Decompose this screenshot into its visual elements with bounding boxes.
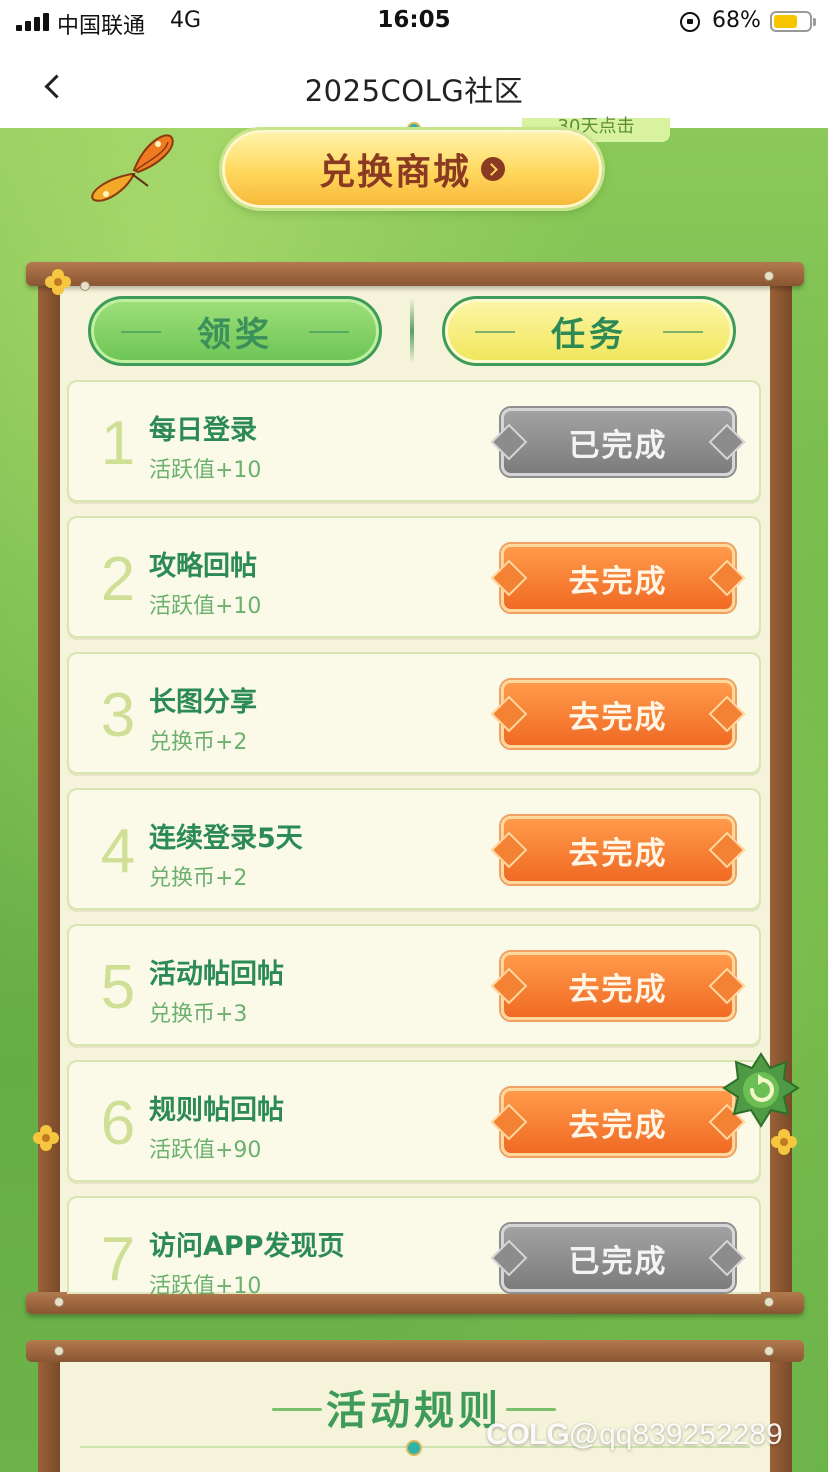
exchange-shop-button[interactable]: 兑换商城 [222, 130, 602, 208]
task-number: 4 [100, 817, 136, 886]
flower-icon [33, 1125, 59, 1151]
butterfly-icon [91, 134, 174, 202]
task-row: 6 规则帖回帖 活跃值+90 去完成 [67, 1060, 761, 1182]
nav-bar: 2025COLG社区 [0, 44, 828, 128]
task-reward: 活跃值+90 [149, 1138, 262, 1163]
task-go-button[interactable]: 去完成 [501, 952, 735, 1020]
flower-icon [45, 269, 71, 295]
watermark-brand: COLG [486, 1418, 570, 1451]
rivet-icon [80, 281, 90, 291]
tab-deco-line [663, 331, 703, 333]
rivet-icon [764, 1297, 774, 1307]
status-time: 16:05 [377, 7, 451, 33]
task-reward: 活跃值+10 [149, 1274, 262, 1299]
task-reward: 兑换币+2 [149, 730, 248, 755]
task-completed-button[interactable]: 已完成 [501, 1224, 735, 1292]
task-row: 7 访问APP发现页 活跃值+10 已完成 [67, 1196, 761, 1299]
task-title: 连续登录5天 [149, 823, 303, 854]
rivet-icon [54, 1346, 64, 1356]
task-number: 2 [100, 545, 136, 614]
task-number: 5 [100, 953, 136, 1022]
exchange-shop-label: 兑换商城 [318, 151, 471, 193]
task-reward: 兑换币+2 [149, 866, 248, 891]
refresh-button[interactable] [722, 1052, 800, 1130]
task-title: 规则帖回帖 [149, 1095, 284, 1126]
tab-divider [410, 298, 414, 364]
battery-percent: 68% [712, 8, 761, 33]
battery-icon [770, 11, 816, 32]
task-title: 活动帖回帖 [149, 959, 284, 990]
watermark-handle: @qq839252289 [568, 1418, 783, 1451]
task-number: 6 [100, 1089, 136, 1158]
tab-tasks-label: 任务 [551, 314, 627, 355]
battery-level-fill [774, 15, 797, 28]
tab-deco-line [475, 331, 515, 333]
task-go-button[interactable]: 去完成 [501, 544, 735, 612]
task-reward: 活跃值+10 [149, 594, 262, 619]
task-row: 2 攻略回帖 活跃值+10 去完成 [67, 516, 761, 638]
task-number: 7 [100, 1225, 136, 1294]
task-reward: 兑换币+3 [149, 1002, 248, 1027]
task-button-label: 已完成 [568, 1243, 668, 1280]
board-frame-bottom [26, 1292, 804, 1314]
task-button-label: 已完成 [568, 427, 668, 464]
orientation-lock-icon [680, 12, 700, 32]
watermark: COLG@qq839252289 [486, 1418, 783, 1452]
task-button-label: 去完成 [568, 971, 668, 1008]
flower-icon [771, 1129, 797, 1155]
task-completed-button[interactable]: 已完成 [501, 408, 735, 476]
tab-tasks[interactable]: 任务 [442, 296, 736, 366]
task-title: 访问APP发现页 [149, 1231, 345, 1262]
tab-deco-line [309, 331, 349, 333]
page-title: 2025COLG社区 [304, 74, 524, 108]
task-go-button[interactable]: 去完成 [501, 816, 735, 884]
tab-reward[interactable]: 领奖 [88, 296, 382, 366]
status-bar: 中国联通 4G 16:05 68% [0, 0, 828, 44]
task-row: 1 每日登录 活跃值+10 已完成 [67, 380, 761, 502]
task-reward: 活跃值+10 [149, 458, 262, 483]
task-button-label: 去完成 [568, 699, 668, 736]
rivet-icon [764, 1346, 774, 1356]
rules-frame-top [26, 1340, 804, 1362]
task-row: 5 活动帖回帖 兑换币+3 去完成 [67, 924, 761, 1046]
rivet-icon [54, 1297, 64, 1307]
task-button-label: 去完成 [568, 563, 668, 600]
tab-reward-label: 领奖 [197, 314, 273, 355]
task-go-button[interactable]: 去完成 [501, 1088, 735, 1156]
rivet-icon [764, 271, 774, 281]
task-row: 3 长图分享 兑换币+2 去完成 [67, 652, 761, 774]
task-number: 3 [100, 681, 136, 750]
task-button-label: 去完成 [568, 1107, 668, 1144]
task-title: 攻略回帖 [149, 551, 257, 582]
board-frame-top [26, 262, 804, 286]
task-button-label: 去完成 [568, 835, 668, 872]
rules-title-deco [506, 1408, 556, 1411]
chevron-right-icon [481, 157, 505, 181]
tab-deco-line [121, 331, 161, 333]
rules-gem-icon [406, 1440, 422, 1456]
task-title: 长图分享 [149, 687, 257, 718]
task-number: 1 [100, 409, 136, 478]
task-row: 4 连续登录5天 兑换币+2 去完成 [67, 788, 761, 910]
task-title: 每日登录 [149, 415, 257, 446]
task-go-button[interactable]: 去完成 [501, 680, 735, 748]
